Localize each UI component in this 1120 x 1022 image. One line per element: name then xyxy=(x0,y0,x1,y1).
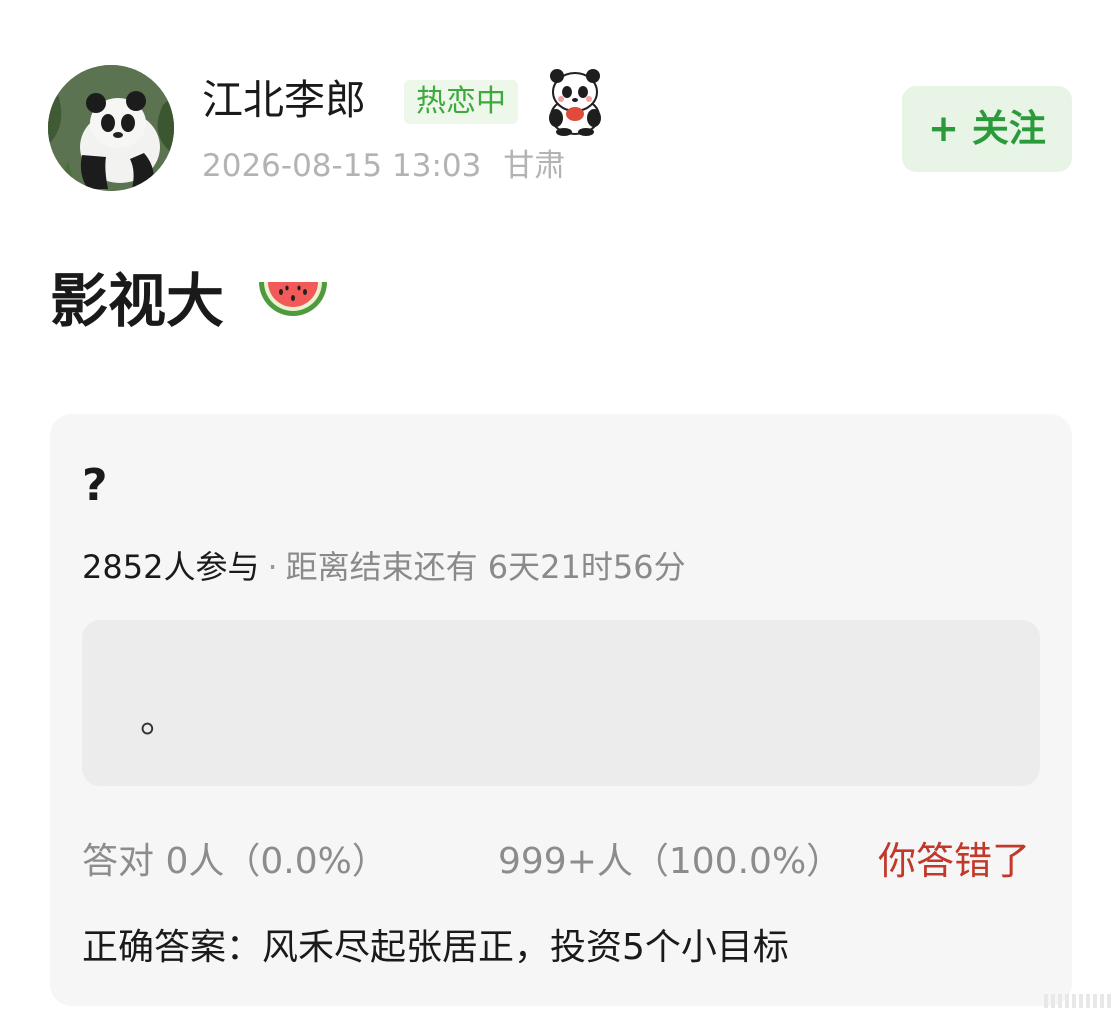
participant-count: 2852人参与 xyxy=(82,548,260,586)
post-title: 影视大 xyxy=(50,267,225,335)
username[interactable]: 江北李郎 xyxy=(202,74,366,126)
post-location: 甘肃 xyxy=(503,148,566,184)
follow-button[interactable]: + 关注 xyxy=(902,86,1072,172)
quiz-countdown: 距离结束还有 6天21时56分 xyxy=(285,548,686,586)
watermelon-icon xyxy=(255,268,331,334)
correct-answer: 正确答案：风禾尽起张居正，投资5个小目标 xyxy=(82,927,789,968)
panda-sticker-icon xyxy=(538,66,612,136)
wrong-count: 999+人（100.0%） xyxy=(498,841,843,882)
quiz-option-label: 。 xyxy=(140,697,179,741)
stats-separator: · xyxy=(267,548,278,586)
avatar[interactable] xyxy=(48,65,174,191)
watermark-icon xyxy=(1044,990,1114,1012)
status-badge: 热恋中 xyxy=(404,80,518,124)
quiz-question: ? xyxy=(82,460,108,511)
post-timestamp: 2026-08-15 13:03 xyxy=(202,148,482,184)
answer-verdict: 你答错了 xyxy=(878,839,1031,883)
post-meta: 2026-08-15 13:03 甘肃 xyxy=(202,145,565,187)
quiz-stats: 2852人参与 · 距离结束还有 6天21时56分 xyxy=(82,546,686,588)
quiz-option[interactable] xyxy=(82,620,1040,786)
correct-count: 答对 0人（0.0%） xyxy=(82,841,388,882)
